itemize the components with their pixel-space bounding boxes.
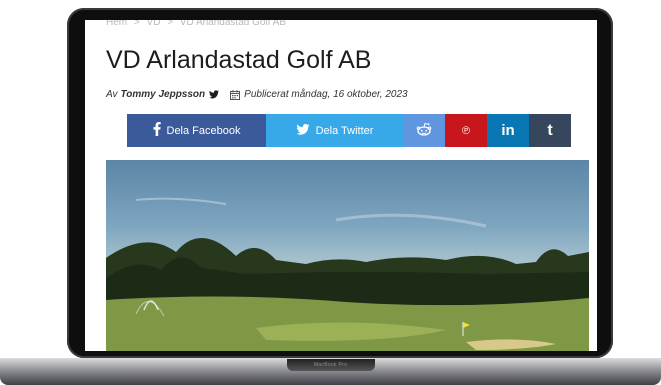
- hero-image-golf-course: [106, 160, 589, 351]
- calendar-icon: [230, 89, 241, 100]
- share-twitter-button[interactable]: Dela Twitter: [266, 114, 403, 147]
- share-bar: Dela Facebook Dela Twitter ℗ in t: [127, 114, 571, 147]
- breadcrumb-separator: >: [133, 20, 140, 28]
- twitter-icon: [295, 123, 310, 138]
- share-pinterest-button[interactable]: ℗: [445, 114, 487, 147]
- breadcrumb-item-home[interactable]: Hem: [106, 20, 127, 28]
- browser-viewport: Hem > VD > VD Arlandastad Golf AB VD Arl…: [85, 20, 597, 351]
- author-link[interactable]: Tommy Jeppsson: [121, 89, 206, 100]
- linkedin-icon: in: [501, 122, 515, 139]
- share-facebook-button[interactable]: Dela Facebook: [127, 114, 266, 147]
- facebook-icon: [153, 122, 161, 139]
- reddit-icon: [416, 122, 432, 139]
- breadcrumb-item-category[interactable]: VD: [147, 20, 161, 28]
- share-twitter-label: Dela Twitter: [315, 124, 374, 137]
- tumblr-icon: t: [547, 121, 553, 139]
- breadcrumb-item-current: VD Arlandastad Golf AB: [179, 20, 287, 28]
- author-prefix: Av: [106, 89, 118, 100]
- share-linkedin-button[interactable]: in: [487, 114, 529, 147]
- breadcrumb: Hem > VD > VD Arlandastad Golf AB: [106, 20, 290, 28]
- article-byline: Av Tommy Jeppsson Publicerat måndag, 16 …: [106, 89, 408, 100]
- share-tumblr-button[interactable]: t: [529, 114, 571, 147]
- golf-course-scene: [106, 197, 589, 351]
- breadcrumb-separator: >: [167, 20, 174, 28]
- publish-date: Publicerat måndag, 16 oktober, 2023: [244, 89, 408, 100]
- twitter-bird-icon[interactable]: [209, 90, 220, 99]
- share-reddit-button[interactable]: [403, 114, 445, 147]
- device-brand-label: MacBook Pro: [313, 362, 348, 368]
- pinterest-icon: ℗: [461, 124, 471, 137]
- share-facebook-label: Dela Facebook: [166, 124, 241, 137]
- page-title: VD Arlandastad Golf AB: [106, 46, 372, 74]
